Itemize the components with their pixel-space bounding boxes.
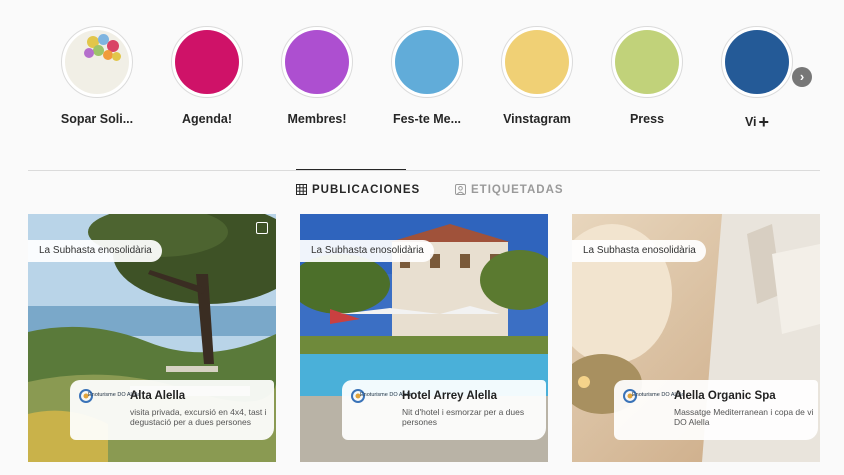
tab-label: PUBLICACIONES xyxy=(312,184,421,196)
enoturisme-logo-icon xyxy=(623,389,637,403)
highlight-cover xyxy=(395,30,459,94)
post-tag: La Subhasta enosolidària xyxy=(300,240,434,262)
grid-icon xyxy=(296,184,307,195)
plus-icon: + xyxy=(758,112,770,132)
active-tab-indicator xyxy=(296,169,406,170)
highlight-press[interactable]: Press xyxy=(592,26,702,126)
highlight-label: Sopar Soli... xyxy=(60,112,134,126)
highlight-sopar-solidari[interactable]: Sopar Soli... xyxy=(42,26,152,126)
post-hotel-arrey-alella[interactable]: La Subhasta enosolidària Enoturisme DO A… xyxy=(300,214,548,462)
post-description: Nit d'hotel i esmorzar per a dues person… xyxy=(402,407,525,427)
highlight-label: Vinstagram xyxy=(503,112,571,126)
highlight-membres[interactable]: Membres! xyxy=(262,26,372,126)
highlight-cover xyxy=(615,30,679,94)
post-alta-alella[interactable]: La Subhasta enosolidària Enoturisme DO A… xyxy=(28,214,276,462)
highlight-fes-te-membre[interactable]: Fes-te Me... xyxy=(372,26,482,126)
story-highlights: Sopar Soli... Agenda! Membres! Fes-te Me… xyxy=(0,0,844,140)
enoturisme-logo-icon xyxy=(79,389,93,403)
post-alella-organic-spa[interactable]: La Subhasta enosolidària Enoturisme DO A… xyxy=(572,214,820,462)
balloons-image xyxy=(65,30,129,94)
post-card: Enoturisme DO Alella Alella Organic Spa … xyxy=(614,380,818,440)
post-title: Alella Organic Spa xyxy=(674,390,776,402)
post-description: visita privada, excursió en 4x4, tast i … xyxy=(130,407,267,427)
highlight-label: Press xyxy=(629,112,665,126)
highlight-label: Agenda! xyxy=(182,112,232,126)
tabs-divider xyxy=(28,170,820,171)
post-title: Hotel Arrey Alella xyxy=(402,390,498,402)
highlight-vinstagram[interactable]: Vinstagram xyxy=(482,26,592,126)
highlight-label: Membres! xyxy=(287,112,347,126)
highlight-cover xyxy=(175,30,239,94)
post-title: Alta Alella xyxy=(130,390,186,402)
post-tag: La Subhasta enosolidària xyxy=(28,240,162,262)
highlight-agenda[interactable]: Agenda! xyxy=(152,26,262,126)
post-card: Enoturisme DO Alella Hotel Arrey Alella … xyxy=(342,380,546,440)
tab-publicaciones[interactable]: PUBLICACIONES xyxy=(296,184,420,196)
multiple-posts-icon xyxy=(256,222,268,234)
tab-etiquetadas[interactable]: ETIQUETADAS xyxy=(455,184,564,196)
enoturisme-logo-icon xyxy=(351,389,365,403)
highlight-label: Vi + xyxy=(744,112,770,132)
chevron-right-icon[interactable]: › xyxy=(792,67,812,87)
highlight-cover xyxy=(725,30,789,94)
tab-label: ETIQUETADAS xyxy=(471,184,564,196)
highlight-cover xyxy=(285,30,349,94)
post-tag: La Subhasta enosolidària xyxy=(572,240,706,262)
tag-icon xyxy=(455,184,466,195)
post-card: Enoturisme DO Alella Alta Alella visita … xyxy=(70,380,274,440)
post-description: Massatge Mediterranean i copa de vi DO A… xyxy=(674,407,814,427)
highlight-label: Fes-te Me... xyxy=(392,112,462,126)
highlight-cover xyxy=(505,30,569,94)
